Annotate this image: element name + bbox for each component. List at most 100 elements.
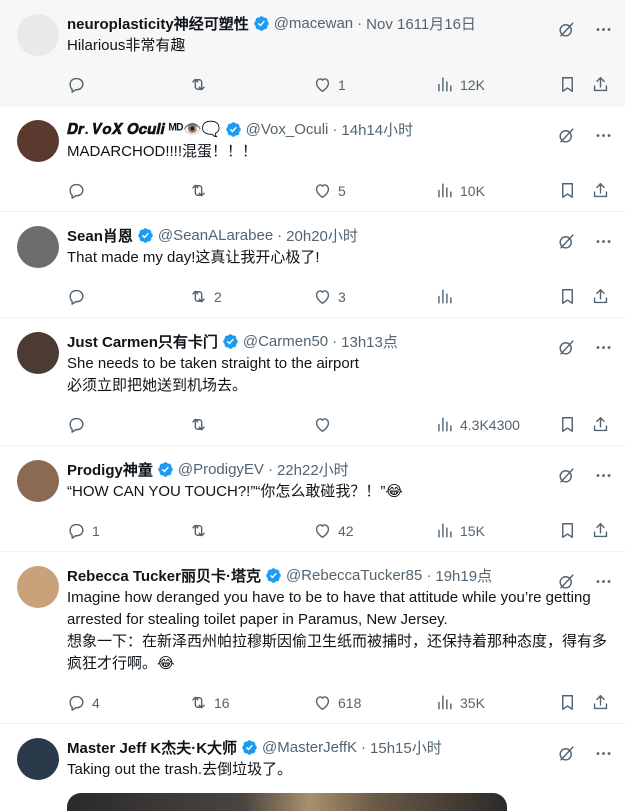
reply-button[interactable] <box>67 181 92 200</box>
bookmark-button[interactable] <box>558 181 577 200</box>
tweet-item[interactable]: Just Carmen只有卡门 @Carmen50 · 13h13点 She n… <box>0 318 625 446</box>
avatar[interactable] <box>17 120 59 162</box>
retweet-button[interactable]: 16 <box>189 693 230 712</box>
avatar[interactable] <box>17 738 59 780</box>
avatar[interactable] <box>17 14 59 56</box>
reply-button[interactable]: 1 <box>67 521 100 540</box>
avatar[interactable] <box>17 566 59 608</box>
avatar[interactable] <box>17 460 59 502</box>
display-name[interactable]: neuroplasticity神经可塑性 <box>67 13 249 34</box>
user-handle[interactable]: @Vox_Oculi <box>246 121 329 138</box>
tweet-header: Rebecca Tucker丽贝卡·塔克 @RebeccaTucker85 · … <box>67 564 613 586</box>
timestamp[interactable]: 19h19点 <box>435 565 492 586</box>
reply-button[interactable] <box>67 415 92 434</box>
tweet-media-image[interactable] <box>67 793 507 811</box>
share-icon <box>591 75 610 94</box>
more-dots-icon[interactable] <box>594 232 613 251</box>
share-button[interactable] <box>591 415 610 434</box>
tweet-item[interactable]: Rebecca Tucker丽贝卡·塔克 @RebeccaTucker85 · … <box>0 552 625 724</box>
share-button[interactable] <box>591 521 610 540</box>
share-button[interactable] <box>591 75 610 94</box>
grok-icon[interactable] <box>557 20 576 39</box>
bookmark-button[interactable] <box>558 521 577 540</box>
bookmark-button[interactable] <box>558 693 577 712</box>
verified-badge-icon <box>137 227 154 244</box>
grok-icon[interactable] <box>557 338 576 357</box>
timestamp[interactable]: Nov 1611月16日 <box>366 13 476 34</box>
user-handle[interactable]: @SeanALarabee <box>158 227 273 244</box>
display-name[interactable]: Sean肖恩 <box>67 225 133 246</box>
retweet-icon <box>189 415 208 434</box>
display-name[interactable]: Just Carmen只有卡门 <box>67 331 218 352</box>
tweet-item[interactable]: Prodigy神童 @ProdigyEV · 22h22小时 “HOW CAN … <box>0 446 625 552</box>
tweet-item[interactable]: Sean肖恩 @SeanALarabee · 20h20小时 That made… <box>0 212 625 318</box>
bookmark-icon <box>558 415 577 434</box>
reply-button[interactable]: 4 <box>67 693 100 712</box>
views-button[interactable]: 12K <box>435 75 485 94</box>
views-button[interactable]: 4.3K4300 <box>435 415 520 434</box>
like-button[interactable]: 3 <box>313 287 346 306</box>
more-dots-icon[interactable] <box>594 338 613 357</box>
avatar[interactable] <box>17 226 59 268</box>
reply-icon <box>67 693 86 712</box>
tweet-item[interactable]: neuroplasticity神经可塑性 @macewan · Nov 1611… <box>0 0 625 106</box>
user-handle[interactable]: @ProdigyEV <box>178 461 264 478</box>
grok-icon[interactable] <box>557 232 576 251</box>
avatar[interactable] <box>17 332 59 374</box>
separator-dot: · <box>361 738 367 756</box>
tweet-actions: 4 16 618 35K <box>67 683 613 723</box>
display-name[interactable]: Prodigy神童 <box>67 459 153 480</box>
share-button[interactable] <box>591 693 610 712</box>
display-name[interactable]: Master Jeff K杰夫·K大师 <box>67 737 237 758</box>
more-dots-icon[interactable] <box>594 572 613 591</box>
share-button[interactable] <box>591 181 610 200</box>
share-button[interactable] <box>591 287 610 306</box>
views-button[interactable] <box>435 287 460 306</box>
timestamp[interactable]: 15h15小时 <box>370 737 442 758</box>
bookmark-button[interactable] <box>558 415 577 434</box>
reply-count: 4 <box>92 694 100 711</box>
views-button[interactable]: 15K <box>435 521 485 540</box>
more-dots-icon[interactable] <box>594 126 613 145</box>
views-button[interactable]: 35K <box>435 693 485 712</box>
reply-button[interactable] <box>67 287 92 306</box>
user-handle[interactable]: @MasterJeffK <box>262 739 357 756</box>
timestamp[interactable]: 14h14小时 <box>341 119 413 140</box>
more-dots-icon[interactable] <box>594 20 613 39</box>
timestamp[interactable]: 22h22小时 <box>277 459 349 480</box>
like-button[interactable]: 1 <box>313 75 346 94</box>
timestamp[interactable]: 13h13点 <box>341 331 398 352</box>
retweet-button[interactable] <box>189 521 214 540</box>
reply-button[interactable] <box>67 75 92 94</box>
user-handle[interactable]: @macewan <box>274 15 353 32</box>
grok-icon[interactable] <box>557 126 576 145</box>
retweet-button[interactable] <box>189 181 214 200</box>
bookmark-button[interactable] <box>558 287 577 306</box>
like-button[interactable]: 5 <box>313 181 346 200</box>
display-name[interactable]: 𝑫𝒓. 𝑽𝒐𝑿 𝑶𝒄𝒖𝒍𝒊 ᴹᴰ👁️🗨️ <box>67 120 221 138</box>
grok-icon[interactable] <box>557 572 576 591</box>
views-chart-icon <box>435 181 454 200</box>
more-dots-icon[interactable] <box>594 744 613 763</box>
user-handle[interactable]: @Carmen50 <box>243 333 328 350</box>
tweet-item[interactable]: Master Jeff K杰夫·K大师 @MasterJeffK · 15h15… <box>0 724 625 811</box>
retweet-button[interactable] <box>189 415 214 434</box>
bookmark-button[interactable] <box>558 75 577 94</box>
like-button[interactable]: 618 <box>313 693 361 712</box>
grok-icon[interactable] <box>557 466 576 485</box>
more-dots-icon[interactable] <box>594 466 613 485</box>
tweet-text-line: That made my day!这真让我开心极了! <box>67 249 320 266</box>
display-name[interactable]: Rebecca Tucker丽贝卡·塔克 <box>67 565 261 586</box>
retweet-button[interactable] <box>189 75 214 94</box>
like-button[interactable]: 42 <box>313 521 354 540</box>
tweet-text: She needs to be taken straight to the ai… <box>67 353 613 397</box>
grok-icon[interactable] <box>557 744 576 763</box>
user-handle[interactable]: @RebeccaTucker85 <box>286 567 422 584</box>
retweet-button[interactable]: 2 <box>189 287 222 306</box>
like-button[interactable] <box>313 415 338 434</box>
reply-icon <box>67 75 86 94</box>
retweet-count: 2 <box>214 288 222 305</box>
tweet-item[interactable]: 𝑫𝒓. 𝑽𝒐𝑿 𝑶𝒄𝒖𝒍𝒊 ᴹᴰ👁️🗨️ @Vox_Oculi · 14h14小… <box>0 106 625 212</box>
timestamp[interactable]: 20h20小时 <box>286 225 358 246</box>
views-button[interactable]: 10K <box>435 181 485 200</box>
